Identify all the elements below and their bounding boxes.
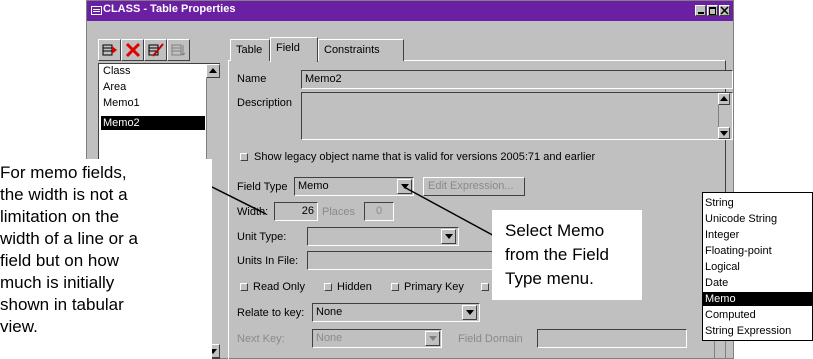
- left-callout-line: width of a line or a: [0, 229, 138, 248]
- right-callout-line: Select Memo: [505, 221, 605, 240]
- left-callout-line: much is initially: [0, 273, 115, 292]
- right-callout-leader-line: [403, 186, 499, 239]
- left-callout-line: For memo fields,: [0, 163, 127, 182]
- right-callout-line: Type menu.: [505, 269, 594, 288]
- left-callout-line: limitation on the: [0, 207, 120, 226]
- left-callout-line: shown in tabular: [0, 295, 124, 314]
- left-callout-line: view.: [0, 317, 38, 336]
- left-callout-line: the width is not a: [0, 185, 128, 204]
- left-callout-line: field but on how: [0, 251, 120, 270]
- tab-field[interactable]: Field: [270, 37, 318, 62]
- right-callout-line: from the Field: [505, 245, 609, 264]
